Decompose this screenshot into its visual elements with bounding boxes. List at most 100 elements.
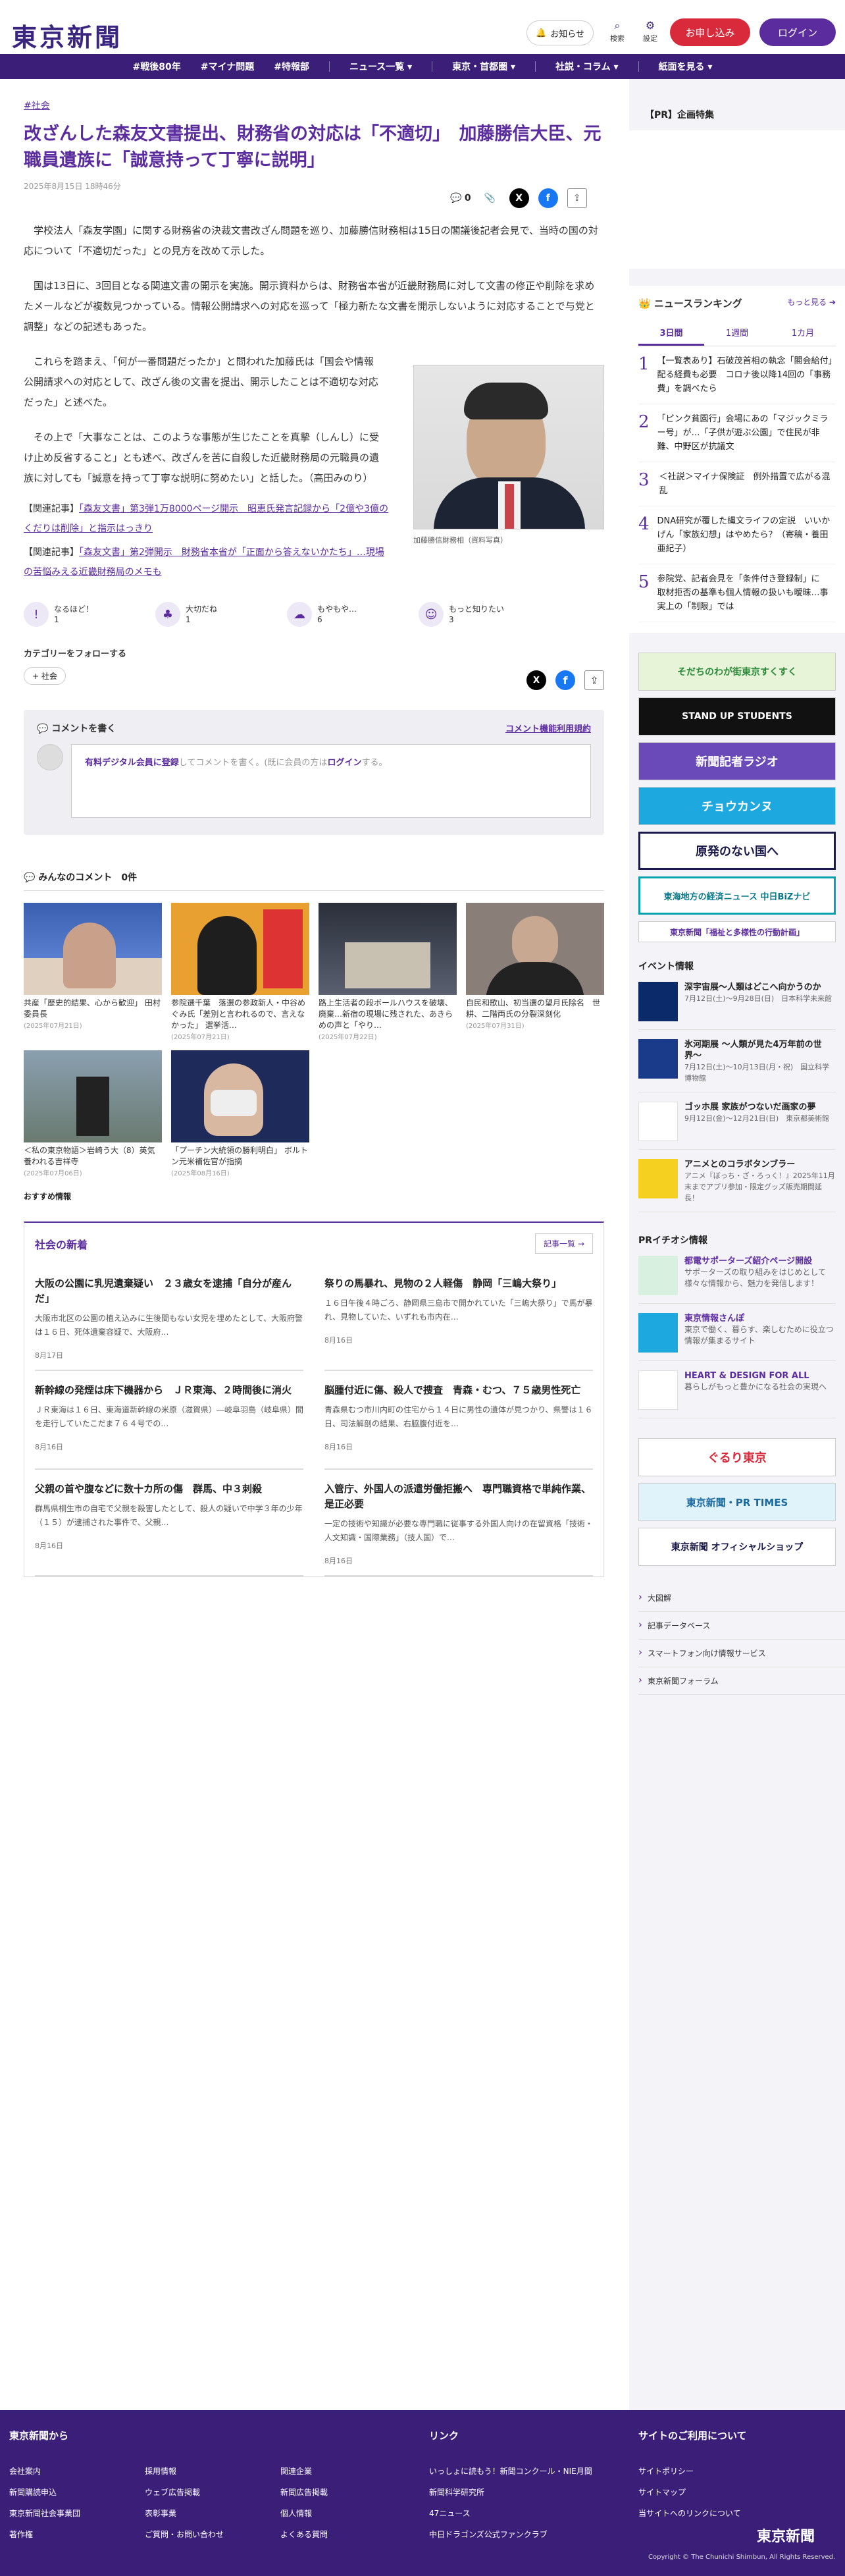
x-share-icon[interactable]: X xyxy=(509,188,529,208)
footer-link[interactable]: 採用情報 xyxy=(145,2461,280,2482)
clip-icon[interactable]: 📎 xyxy=(480,188,500,208)
footer-link[interactable]: 当サイトへのリンクについて xyxy=(638,2503,836,2524)
footer-link[interactable]: 個人情報 xyxy=(280,2503,416,2524)
nav-item-editorial[interactable]: 社説・コラム ▾ xyxy=(555,60,618,73)
tab-3days[interactable]: 3日間 xyxy=(638,321,704,346)
news-item[interactable]: 新幹線の発煙は床下機器から ＪＲ東海、２時間後に消火 ＪＲ東海は１６日、東海道新幹… xyxy=(35,1371,303,1470)
related-link[interactable]: 「森友文書」第3弾1万8000ページ開示 昭恵氏発言記録から「2億や3億のくだり… xyxy=(24,504,388,534)
news-item[interactable]: 大阪の公園に乳児遺棄疑い ２３歳女を逮捕「自分が産んだ」 大阪市北区の公園の植え込… xyxy=(35,1264,303,1371)
nav-item-tokyo[interactable]: 東京・首都圏 ▾ xyxy=(452,60,515,73)
tab-1week[interactable]: 1週間 xyxy=(704,321,770,346)
ranking-item[interactable]: 2 「ピンク貧園行」会場にあの「マジックミラー号」が…「子供が遊ぶ公園」で住民が非… xyxy=(638,404,836,462)
banner-fukushi[interactable]: 東京新聞「福祉と多様性の行動計画」 xyxy=(638,921,836,942)
footer-link[interactable]: 関連企業 xyxy=(280,2461,416,2482)
ranking-item[interactable]: 5 参院党、記者会見を「条件付き登録制」に 取材拒否の基準も個人情報の扱いも曖昧…… xyxy=(638,564,836,622)
comment-count-icon[interactable]: 💬 0 xyxy=(450,193,471,203)
sidebar-link[interactable]: スマートフォン向け情報サービス xyxy=(638,1640,845,1667)
footer-link[interactable]: 新聞科学研究所 xyxy=(429,2482,627,2503)
sidebar-link[interactable]: 大図解 xyxy=(638,1584,845,1612)
reaction-taisetsu[interactable]: ♣ 大切だね 1 xyxy=(155,602,287,627)
facebook-share-icon[interactable]: f xyxy=(538,188,558,208)
banner-radio[interactable]: 新聞記者ラジオ xyxy=(638,742,836,780)
minister-photo[interactable] xyxy=(413,365,604,529)
footer-link[interactable]: 中日ドラゴンズ公式ファンクラブ xyxy=(429,2524,627,2545)
x-share-icon[interactable]: X xyxy=(526,670,546,690)
event-item[interactable]: 氷河期展 〜人類が見た4万年前の世界〜 7月12日(土)〜10月13日(月・祝) … xyxy=(638,1039,836,1092)
reaction-moyamoya[interactable]: ☁ もやもや… 6 xyxy=(287,602,419,627)
news-item[interactable]: 父親の首や腹などに数十カ所の傷 群馬、中３刺殺 群馬県桐生市の自宅で父親を殺害した… xyxy=(35,1470,303,1576)
site-logo[interactable]: 東京新聞 xyxy=(12,17,122,53)
thumb-card[interactable]: 共産「歴史的結果、心から歓迎」 田村委員長 (2025年07月21日) xyxy=(24,903,162,1041)
event-item[interactable]: 深宇宙展〜人類はどこへ向かうのか 7月12日(土)〜9月28日(日) 日本科学未来… xyxy=(638,982,836,1030)
footer-link[interactable]: サイトマップ xyxy=(638,2482,836,2503)
notice-button[interactable]: 🔔 お知らせ xyxy=(526,20,594,45)
subscribe-button[interactable]: お申し込み xyxy=(670,18,750,46)
footer-link[interactable]: 東京新聞社会事業団 xyxy=(9,2503,145,2524)
section-title: 社会の新着 xyxy=(35,1238,88,1251)
banner-sukusuku[interactable]: そだちのわが街東京すくすく xyxy=(638,653,836,691)
footer-link[interactable]: ウェブ広告掲載 xyxy=(145,2482,280,2503)
comment-textarea[interactable]: 有料デジタル会員に登録してコメントを書く。(既に会員の方はログインする。 xyxy=(71,744,591,818)
footer-link[interactable]: 新聞購読申込 xyxy=(9,2482,145,2503)
banner-standup[interactable]: STAND UP STUDENTS xyxy=(638,697,836,736)
search-button[interactable]: ⌕ 検索 xyxy=(604,18,630,47)
settings-button[interactable]: ⚙ 設定 xyxy=(637,18,663,47)
nav-item-myna[interactable]: #マイナ問題 xyxy=(201,60,254,73)
comment-rule-link[interactable]: コメント機能利用規約 xyxy=(505,722,591,735)
banner-bizunavi[interactable]: 東海地方の経済ニュース 中日BiZナビ xyxy=(638,876,836,915)
thumb-card[interactable]: 「プーチン大統領の勝利明白」 ボルトン元米補佐官が指摘 (2025年08月16日) xyxy=(171,1050,309,1177)
banner-shop[interactable]: 東京新聞 オフィシャルショップ xyxy=(638,1528,836,1566)
pr-item[interactable]: 東京情報さんぽ 東京で働く、暮らす、楽しむために役立つ情報が集まるサイト xyxy=(638,1313,836,1361)
banner-prtimes[interactable]: 東京新聞・PR TIMES xyxy=(638,1483,836,1521)
facebook-share-icon[interactable]: f xyxy=(555,670,575,690)
login-button[interactable]: ログイン xyxy=(759,18,836,46)
tab-1month[interactable]: 1カ月 xyxy=(770,321,836,346)
footer-link[interactable]: 47ニュース xyxy=(429,2503,627,2524)
category-link[interactable]: #社会 xyxy=(24,99,604,112)
banner-genpatsu[interactable]: 原発のない国へ xyxy=(638,832,836,870)
ranking-item[interactable]: 3 ＜社説＞マイナ保険証 例外措置で広がる混乱 xyxy=(638,462,836,506)
sidebar-link[interactable]: 記事データベース xyxy=(638,1612,845,1640)
reaction-naruhodo[interactable]: ! なるほど！ 1 xyxy=(24,602,155,627)
pr-item[interactable]: 都電サポーターズ紹介ページ開設 サポーターズの取り組みをはじめとして様々な情報から… xyxy=(638,1256,836,1304)
pr-box[interactable] xyxy=(629,130,845,269)
footer-link[interactable]: サイトポリシー xyxy=(638,2461,836,2482)
event-item[interactable]: アニメとのコラボタンブラー アニメ『ぼっち・ざ・ろっく！』2025年11月末までア… xyxy=(638,1159,836,1212)
comment-login-link[interactable]: ログイン xyxy=(327,758,361,768)
ranking-item[interactable]: 4 DNA研究が覆した縄文ライフの定説 いいかげん「家族幻想」はやめたら？（寄稿・… xyxy=(638,506,836,564)
register-link[interactable]: 有料デジタル会員に登録 xyxy=(85,758,179,768)
footer-link[interactable]: よくある質問 xyxy=(280,2524,416,2545)
follow-tag-button[interactable]: + 社会 xyxy=(24,667,66,685)
footer-link[interactable]: 新聞広告掲載 xyxy=(280,2482,416,2503)
footer-col-title: サイトのご利用について xyxy=(638,2430,747,2442)
footer-logo[interactable]: 東京新聞 xyxy=(757,2525,815,2546)
footer-link[interactable]: 会社案内 xyxy=(9,2461,145,2482)
ranking-more-link[interactable]: もっと見る ➔ xyxy=(787,296,836,310)
reaction-motto[interactable]: ☺ もっと知りたい 3 xyxy=(419,602,550,627)
sidebar-link[interactable]: 東京新聞フォーラム xyxy=(638,1667,845,1695)
lightbulb-icon: ! xyxy=(24,602,49,627)
article-list-button[interactable]: 記事一覧 → xyxy=(535,1233,593,1254)
pr-item[interactable]: HEART & DESIGN FOR ALL 暮らしがもっと豊かになる社会の実現へ xyxy=(638,1370,836,1418)
news-item[interactable]: 祭りの馬暴れ、見物の２人軽傷 静岡「三嶋大祭り」 １６日午後４時ごろ、静岡県三島市… xyxy=(324,1264,593,1371)
footer-link[interactable]: 著作権 xyxy=(9,2524,145,2545)
nav-item-news-list[interactable]: ニュース一覧 ▾ xyxy=(349,60,412,73)
thumb-card[interactable]: ＜私の東京物語＞岩崎う大（8）英気養われる吉祥寺 (2025年07月06日) xyxy=(24,1050,162,1177)
thumb-card[interactable]: 路上生活者の段ボールハウスを破壊、廃棄…新宿の現場に残された、あきらめの声と「や… xyxy=(319,903,457,1041)
banner-chokanu[interactable]: チョウカンヌ xyxy=(638,787,836,825)
share-icon[interactable]: ⇪ xyxy=(584,670,604,690)
share-icon[interactable]: ⇪ xyxy=(567,188,587,208)
footer-link[interactable]: いっしょに読もう！新聞コンクール・NIE月間 xyxy=(429,2461,627,2482)
thumb-card[interactable]: 参院選千葉 落選の参政新人・中谷めぐみ氏「差別と言われるので、言えなかった」 選… xyxy=(171,903,309,1041)
footer-link[interactable]: ご質問・お問い合わせ xyxy=(145,2524,280,2545)
nav-item-sengo80[interactable]: #戦後80年 xyxy=(133,60,181,73)
event-item[interactable]: ゴッホ展 家族がつないだ画家の夢 9月12日(金)〜12月21日(日) 東京都美術… xyxy=(638,1102,836,1150)
banner-gururi[interactable]: ぐるり東京 xyxy=(638,1438,836,1476)
nav-item-paper[interactable]: 紙面を見る ▾ xyxy=(659,60,713,73)
ranking-item[interactable]: 1 【一覧表あり】石破茂首相の執念「閣会給付」配る経費も必要 コロナ後以降14回の… xyxy=(638,346,836,404)
nav-item-tokuho[interactable]: #特報部 xyxy=(274,60,309,73)
footer-link[interactable]: 表彰事業 xyxy=(145,2503,280,2524)
thumb-card[interactable]: 自民和歌山、初当選の望月氏除名 世耕、二階両氏の分裂深刻化 (2025年07月31… xyxy=(466,903,604,1041)
news-item[interactable]: 入管庁、外国人の派遣労働拒搬へ 専門職資格で単純作業、是正必要 一定の技術や知識が… xyxy=(324,1470,593,1576)
news-item[interactable]: 脳腫付近に傷、殺人で捜査 青森・むつ、７５歳男性死亡 青森県むつ市川内町の住宅から… xyxy=(324,1371,593,1470)
